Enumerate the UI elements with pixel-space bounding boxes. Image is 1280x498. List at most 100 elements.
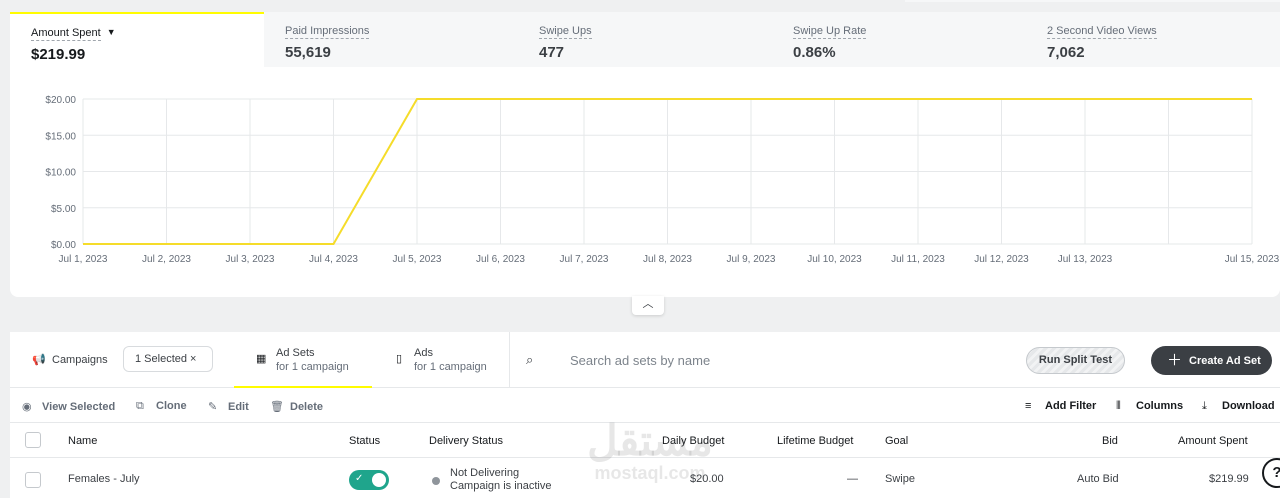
metric-amount-spent[interactable]: Amount Spent ▼ $219.99 — [10, 12, 264, 68]
y-tick-label: $0.00 — [51, 240, 76, 251]
metric-video-views[interactable]: 2 Second Video Views 7,062 — [1026, 12, 1280, 67]
x-tick-label: Jul 1, 2023 — [59, 254, 108, 265]
columns-icon: ⦀ — [1116, 400, 1121, 412]
metrics-bar: Amount Spent ▼ $219.99 Paid Impressions 5… — [10, 12, 1280, 68]
columns-button[interactable]: ⦀ Columns — [1116, 400, 1183, 413]
spend-line-chart: $0.00 $5.00 $10.00 $15.00 $20.00 Jul 1, 2023 J… — [45, 95, 1279, 265]
y-tick-label: $10.00 — [45, 168, 76, 179]
x-tick-label: Jul 9, 2023 — [727, 254, 776, 265]
collapse-chart-button[interactable]: ︿ — [632, 296, 664, 315]
metric-label: Paid Impressions — [285, 25, 370, 39]
action-label: Download — [1222, 400, 1275, 412]
metric-paid-impressions[interactable]: Paid Impressions 55,619 — [264, 12, 518, 67]
column-header-daily-budget[interactable]: Daily Budget — [662, 435, 724, 447]
divider — [509, 332, 510, 388]
edit-button[interactable]: ✎ Edit — [208, 400, 249, 413]
actions-toolbar: ◉ View Selected ⧉ Clone ✎ Edit 🗑 Delete ≡ Add… — [10, 389, 1280, 423]
download-button[interactable]: ⤓ Download — [1202, 400, 1275, 413]
metric-swipe-up-rate[interactable]: Swipe Up Rate 0.86% — [772, 12, 1026, 67]
selected-filter-pill[interactable]: 1 Selected × — [123, 346, 213, 372]
x-tick-label: Jul 11, 2023 — [891, 254, 945, 265]
toggle-knob — [372, 473, 386, 487]
metric-value: 477 — [539, 44, 565, 61]
metric-label: Amount Spent — [31, 27, 101, 41]
grid-icon: ▦ — [256, 353, 267, 365]
metric-label: Swipe Up Rate — [793, 25, 867, 39]
bid[interactable]: Auto Bid — [1077, 473, 1119, 485]
metric-value: 0.86% — [793, 44, 836, 61]
action-label: Clone — [156, 400, 187, 412]
download-icon: ⤓ — [1202, 400, 1207, 412]
close-icon[interactable]: × — [190, 353, 196, 365]
lifetime-budget: — — [847, 473, 858, 485]
view-selected-button[interactable]: ◉ View Selected — [22, 400, 115, 413]
button-label: Create Ad Set — [1189, 355, 1261, 367]
column-header-delivery-status[interactable]: Delivery Status — [429, 435, 503, 447]
column-header-bid[interactable]: Bid — [1102, 435, 1118, 447]
delivery-status: Not Delivering — [450, 467, 520, 479]
tab-sublabel: for 1 campaign — [276, 361, 349, 373]
plus-icon: ＋ — [1167, 352, 1183, 369]
amount-spent: $219.99 — [1209, 473, 1249, 485]
pill-label: 1 Selected — [135, 353, 187, 365]
column-header-lifetime-budget[interactable]: Lifetime Budget — [777, 435, 853, 447]
y-tick-label: $20.00 — [45, 95, 76, 106]
x-tick-label: Jul 6, 2023 — [476, 254, 525, 265]
tab-label: Ad Sets — [276, 347, 315, 359]
column-header-status[interactable]: Status — [349, 435, 380, 447]
metric-value: $219.99 — [31, 46, 86, 63]
action-label: Delete — [290, 401, 324, 413]
megaphone-icon: 📢 — [32, 354, 46, 366]
y-tick-label: $5.00 — [51, 204, 76, 215]
x-tick-label: Jul 12, 2023 — [974, 254, 1029, 265]
status-toggle[interactable]: ✓ — [349, 470, 389, 490]
caret-down-icon[interactable]: ▼ — [107, 27, 116, 37]
delete-button[interactable]: 🗑 Delete — [270, 400, 323, 413]
x-tick-label: Jul 4, 2023 — [309, 254, 358, 265]
x-tick-label: Jul 7, 2023 — [560, 254, 609, 265]
ad-set-name[interactable]: Females - July — [68, 473, 140, 485]
trash-icon: 🗑 — [270, 401, 284, 413]
tab-ad-sets[interactable]: ▦ Ad Sets for 1 campaign — [234, 332, 372, 388]
x-tick-label: Jul 10, 2023 — [807, 254, 862, 265]
column-header-name[interactable]: Name — [68, 435, 97, 447]
level-tabs-row: 📢 Campaigns 1 Selected × ▦ Ad Sets for 1… — [10, 332, 1280, 388]
x-tick-label: Jul 2, 2023 — [142, 254, 191, 265]
action-label: View Selected — [42, 401, 116, 413]
table-row[interactable]: Females - July ✓ Not Delivering Campaign… — [10, 459, 1280, 498]
column-header-goal[interactable]: Goal — [885, 435, 908, 447]
metric-label: 2 Second Video Views — [1047, 25, 1157, 39]
tab-sublabel: for 1 campaign — [414, 361, 487, 373]
create-ad-set-button[interactable]: ＋ Create Ad Set — [1151, 346, 1272, 375]
row-checkbox[interactable] — [25, 472, 41, 488]
x-tick-label: Jul 5, 2023 — [393, 254, 442, 265]
copy-icon: ⧉ — [136, 400, 144, 412]
phone-icon: ▯ — [396, 353, 403, 365]
chart-card: $0.00 $5.00 $10.00 $15.00 $20.00 Jul 1, 2023 J… — [10, 67, 1280, 297]
delivery-status-detail: Campaign is inactive — [450, 480, 552, 492]
check-icon: ✓ — [355, 473, 364, 484]
metric-value: 7,062 — [1047, 44, 1085, 61]
clone-button[interactable]: ⧉ Clone — [136, 400, 187, 413]
top-strip — [905, 0, 1280, 2]
tab-ads[interactable]: ▯ Ads for 1 campaign — [388, 332, 508, 388]
search-input[interactable] — [570, 350, 990, 370]
run-split-test-button[interactable]: Run Split Test — [1026, 347, 1125, 374]
filter-icon: ≡ — [1025, 400, 1032, 412]
action-label: Columns — [1136, 400, 1184, 412]
select-all-checkbox[interactable] — [25, 432, 41, 448]
daily-budget[interactable]: $20.00 — [690, 473, 724, 485]
tab-label: Ads — [414, 347, 433, 359]
column-header-amount-spent[interactable]: Amount Spent — [1178, 435, 1248, 447]
y-tick-label: $15.00 — [45, 131, 76, 142]
x-tick-label: Jul 3, 2023 — [226, 254, 275, 265]
ad-sets-panel: 📢 Campaigns 1 Selected × ▦ Ad Sets for 1… — [10, 332, 1280, 498]
metric-swipe-ups[interactable]: Swipe Ups 477 — [518, 12, 772, 67]
action-label: Add Filter — [1045, 400, 1097, 412]
x-tick-label: Jul 13, 2023 — [1058, 254, 1113, 265]
add-filter-button[interactable]: ≡ Add Filter — [1025, 400, 1096, 412]
eye-icon: ◉ — [22, 401, 32, 413]
pencil-icon: ✎ — [208, 401, 218, 413]
table-header: Name Status Delivery Status Daily Budget… — [10, 424, 1280, 458]
status-dot-icon — [432, 477, 440, 485]
